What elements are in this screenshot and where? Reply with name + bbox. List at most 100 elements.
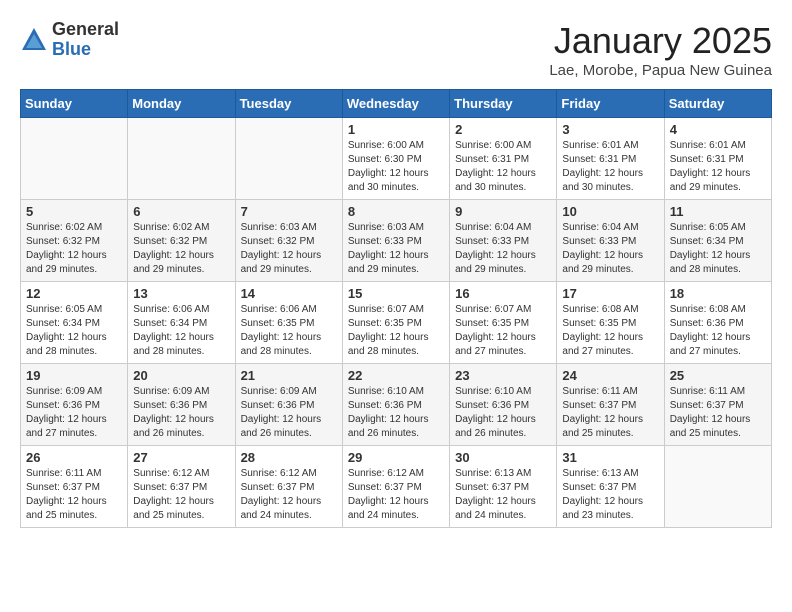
day-info: Sunrise: 6:13 AMSunset: 6:37 PMDaylight:… xyxy=(562,467,658,523)
weekday-header: Thursday xyxy=(450,90,557,118)
calendar-week-row: 12Sunrise: 6:05 AMSunset: 6:34 PMDayligh… xyxy=(21,282,772,364)
calendar-cell: 8 Sunrise: 6:03 AMSunset: 6:33 PMDaylight… xyxy=(342,200,449,282)
day-info: Sunrise: 6:07 AMSunset: 6:35 PMDaylight:… xyxy=(348,303,444,359)
day-number: 31 xyxy=(562,450,658,465)
weekday-header: Monday xyxy=(128,90,235,118)
day-number: 2 xyxy=(455,122,551,137)
day-number: 8 xyxy=(348,204,444,219)
day-number: 4 xyxy=(670,122,766,137)
calendar-cell: 14 Sunrise: 6:06 AMSunset: 6:35 PMDayligh… xyxy=(235,282,342,364)
calendar-cell: 25 Sunrise: 6:11 AMSunset: 6:37 PMDayligh… xyxy=(664,364,771,446)
calendar-cell: 5Sunrise: 6:02 AMSunset: 6:32 PMDaylight… xyxy=(21,200,128,282)
day-number: 12 xyxy=(26,286,122,301)
calendar-cell: 11 Sunrise: 6:05 AMSunset: 6:34 PMDayligh… xyxy=(664,200,771,282)
calendar-cell: 17Sunrise: 6:08 AMSunset: 6:35 PMDayligh… xyxy=(557,282,664,364)
day-number: 1 xyxy=(348,122,444,137)
day-info: Sunrise: 6:09 AMSunset: 6:36 PMDaylight:… xyxy=(241,385,337,441)
day-number: 17 xyxy=(562,286,658,301)
day-info: Sunrise: 6:12 AMSunset: 6:37 PMDaylight:… xyxy=(241,467,337,523)
calendar-cell: 21 Sunrise: 6:09 AMSunset: 6:36 PMDayligh… xyxy=(235,364,342,446)
calendar-cell: 7 Sunrise: 6:03 AMSunset: 6:32 PMDaylight… xyxy=(235,200,342,282)
day-number: 3 xyxy=(562,122,658,137)
day-info: Sunrise: 6:00 AMSunset: 6:30 PMDaylight:… xyxy=(348,139,444,195)
day-info: Sunrise: 6:02 AMSunset: 6:32 PMDaylight:… xyxy=(133,221,229,277)
calendar-cell: 30Sunrise: 6:13 AMSunset: 6:37 PMDayligh… xyxy=(450,446,557,528)
day-info: Sunrise: 6:11 AMSunset: 6:37 PMDaylight:… xyxy=(670,385,766,441)
calendar-cell: 18 Sunrise: 6:08 AMSunset: 6:36 PMDayligh… xyxy=(664,282,771,364)
calendar-cell: 24 Sunrise: 6:11 AMSunset: 6:37 PMDayligh… xyxy=(557,364,664,446)
calendar-cell: 26Sunrise: 6:11 AMSunset: 6:37 PMDayligh… xyxy=(21,446,128,528)
calendar-cell: 2 Sunrise: 6:00 AMSunset: 6:31 PMDaylight… xyxy=(450,118,557,200)
day-number: 9 xyxy=(455,204,551,219)
logo-blue: Blue xyxy=(52,40,119,60)
calendar-cell: 19 Sunrise: 6:09 AMSunset: 6:36 PMDayligh… xyxy=(21,364,128,446)
calendar-cell xyxy=(128,118,235,200)
calendar-week-row: 26Sunrise: 6:11 AMSunset: 6:37 PMDayligh… xyxy=(21,446,772,528)
calendar-cell: 23Sunrise: 6:10 AMSunset: 6:36 PMDayligh… xyxy=(450,364,557,446)
day-number: 23 xyxy=(455,368,551,383)
calendar-cell: 31 Sunrise: 6:13 AMSunset: 6:37 PMDayligh… xyxy=(557,446,664,528)
day-info: Sunrise: 6:09 AMSunset: 6:36 PMDaylight:… xyxy=(26,385,122,441)
day-info: Sunrise: 6:12 AMSunset: 6:37 PMDaylight:… xyxy=(133,467,229,523)
calendar-week-row: 19 Sunrise: 6:09 AMSunset: 6:36 PMDayligh… xyxy=(21,364,772,446)
calendar-cell: 1 Sunrise: 6:00 AMSunset: 6:30 PMDaylight… xyxy=(342,118,449,200)
calendar-cell: 3 Sunrise: 6:01 AMSunset: 6:31 PMDaylight… xyxy=(557,118,664,200)
day-info: Sunrise: 6:07 AMSunset: 6:35 PMDaylight:… xyxy=(455,303,551,359)
page-header: General Blue January 2025 Lae, Morobe, P… xyxy=(20,20,772,79)
calendar-cell: 28Sunrise: 6:12 AMSunset: 6:37 PMDayligh… xyxy=(235,446,342,528)
day-info: Sunrise: 6:06 AMSunset: 6:35 PMDaylight:… xyxy=(241,303,337,359)
calendar-cell: 13Sunrise: 6:06 AMSunset: 6:34 PMDayligh… xyxy=(128,282,235,364)
day-number: 18 xyxy=(670,286,766,301)
weekday-header: Friday xyxy=(557,90,664,118)
title-block: January 2025 Lae, Morobe, Papua New Guin… xyxy=(549,20,772,79)
logo-text: General Blue xyxy=(52,20,119,60)
day-number: 7 xyxy=(241,204,337,219)
month-title: January 2025 xyxy=(549,20,772,62)
day-info: Sunrise: 6:01 AMSunset: 6:31 PMDaylight:… xyxy=(562,139,658,195)
day-info: Sunrise: 6:04 AMSunset: 6:33 PMDaylight:… xyxy=(455,221,551,277)
day-number: 21 xyxy=(241,368,337,383)
calendar-cell xyxy=(235,118,342,200)
calendar-cell: 12Sunrise: 6:05 AMSunset: 6:34 PMDayligh… xyxy=(21,282,128,364)
day-info: Sunrise: 6:10 AMSunset: 6:36 PMDaylight:… xyxy=(348,385,444,441)
calendar-cell: 27 Sunrise: 6:12 AMSunset: 6:37 PMDayligh… xyxy=(128,446,235,528)
calendar-cell: 9 Sunrise: 6:04 AMSunset: 6:33 PMDaylight… xyxy=(450,200,557,282)
day-info: Sunrise: 6:00 AMSunset: 6:31 PMDaylight:… xyxy=(455,139,551,195)
day-number: 20 xyxy=(133,368,229,383)
calendar-cell: 22Sunrise: 6:10 AMSunset: 6:36 PMDayligh… xyxy=(342,364,449,446)
calendar-week-row: 1 Sunrise: 6:00 AMSunset: 6:30 PMDaylight… xyxy=(21,118,772,200)
calendar-cell: 4 Sunrise: 6:01 AMSunset: 6:31 PMDaylight… xyxy=(664,118,771,200)
day-number: 27 xyxy=(133,450,229,465)
day-number: 11 xyxy=(670,204,766,219)
calendar-cell: 29Sunrise: 6:12 AMSunset: 6:37 PMDayligh… xyxy=(342,446,449,528)
day-info: Sunrise: 6:08 AMSunset: 6:36 PMDaylight:… xyxy=(670,303,766,359)
day-info: Sunrise: 6:03 AMSunset: 6:32 PMDaylight:… xyxy=(241,221,337,277)
day-info: Sunrise: 6:11 AMSunset: 6:37 PMDaylight:… xyxy=(562,385,658,441)
day-number: 16 xyxy=(455,286,551,301)
day-info: Sunrise: 6:05 AMSunset: 6:34 PMDaylight:… xyxy=(670,221,766,277)
day-number: 5 xyxy=(26,204,122,219)
logo-icon xyxy=(20,26,48,54)
logo-general: General xyxy=(52,20,119,40)
calendar-cell: 6 Sunrise: 6:02 AMSunset: 6:32 PMDaylight… xyxy=(128,200,235,282)
day-number: 14 xyxy=(241,286,337,301)
day-number: 25 xyxy=(670,368,766,383)
day-number: 26 xyxy=(26,450,122,465)
weekday-header: Tuesday xyxy=(235,90,342,118)
day-number: 10 xyxy=(562,204,658,219)
calendar-cell: 15Sunrise: 6:07 AMSunset: 6:35 PMDayligh… xyxy=(342,282,449,364)
day-number: 30 xyxy=(455,450,551,465)
weekday-header: Saturday xyxy=(664,90,771,118)
day-number: 19 xyxy=(26,368,122,383)
day-info: Sunrise: 6:03 AMSunset: 6:33 PMDaylight:… xyxy=(348,221,444,277)
day-info: Sunrise: 6:04 AMSunset: 6:33 PMDaylight:… xyxy=(562,221,658,277)
day-info: Sunrise: 6:06 AMSunset: 6:34 PMDaylight:… xyxy=(133,303,229,359)
day-info: Sunrise: 6:01 AMSunset: 6:31 PMDaylight:… xyxy=(670,139,766,195)
location: Lae, Morobe, Papua New Guinea xyxy=(549,62,772,79)
logo: General Blue xyxy=(20,20,119,60)
day-number: 6 xyxy=(133,204,229,219)
calendar-cell xyxy=(21,118,128,200)
calendar-cell: 10 Sunrise: 6:04 AMSunset: 6:33 PMDayligh… xyxy=(557,200,664,282)
weekday-header-row: SundayMondayTuesdayWednesdayThursdayFrid… xyxy=(21,90,772,118)
day-number: 24 xyxy=(562,368,658,383)
